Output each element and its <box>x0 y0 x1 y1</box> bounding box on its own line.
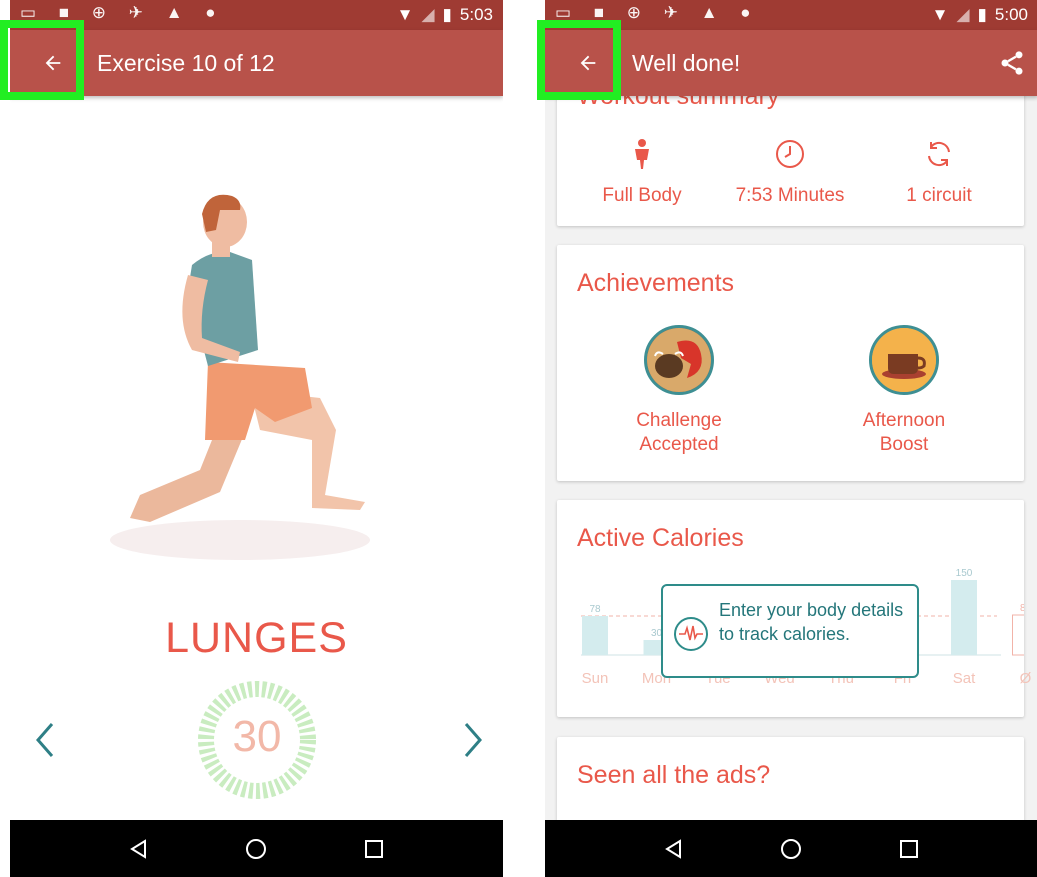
notification-icons: ▭ ■ ⊕ ✈ ▲ ● <box>20 3 225 22</box>
timer-value: 30 <box>232 712 282 761</box>
no-signal-icon: ◢ <box>956 5 970 24</box>
exercise-name: LUNGES <box>165 614 348 662</box>
active-calories-card: Active Calories 783015080 SunMonTueWedTh… <box>557 500 1031 717</box>
card-title: Achievements <box>577 269 735 297</box>
arrow-left-icon <box>45 55 61 71</box>
toolbar-title: Well done! <box>632 50 741 76</box>
status-indicators: ▼ ◢ ▮ 5:00 <box>932 5 1028 25</box>
exercise-screen: ▭ ■ ⊕ ✈ ▲ ● ▼ ◢ ▮ 5:03 Exercise 10 of 12… <box>10 0 503 877</box>
exercise-timer: 30 <box>197 680 317 800</box>
status-indicators: ▼ ◢ ▮ 5:03 <box>397 5 493 25</box>
summary-body: Full Body <box>567 138 717 207</box>
workout-complete-screen: ▭ ■ ⊕ ✈ ▲ ● ▼ ◢ ▮ 5:00 Workout summary F… <box>545 0 1037 877</box>
card-title: Active Calories <box>577 524 744 552</box>
card-title: Seen all the ads? <box>577 761 771 789</box>
back-nav-icon[interactable] <box>663 838 685 860</box>
status-time: 5:00 <box>994 5 1028 24</box>
lunge-illustration <box>110 194 370 560</box>
arrow-left-icon <box>580 55 596 71</box>
achievement-label: Afternoon Boost <box>809 409 999 457</box>
achievement-label-line2: Boost <box>879 434 929 455</box>
no-signal-icon: ◢ <box>421 5 435 24</box>
next-exercise-button[interactable] <box>458 718 488 762</box>
summary-label: Full Body <box>602 185 682 206</box>
status-bar: ▭ ■ ⊕ ✈ ▲ ● ▼ ◢ ▮ 5:00 <box>545 0 1037 30</box>
wifi-icon: ▼ <box>396 5 414 24</box>
coffee-badge-icon <box>869 325 939 395</box>
summary-duration: 7:53 Minutes <box>715 138 865 207</box>
tooltip-text: Enter your body details to track calorie… <box>719 600 904 644</box>
achievements-card: Achievements Challenge Accepted Afternoo… <box>557 245 1024 481</box>
body-icon <box>635 139 649 169</box>
back-button[interactable] <box>16 30 90 96</box>
recents-nav-icon[interactable] <box>898 838 920 860</box>
summary-label: 1 circuit <box>906 185 972 206</box>
system-navbar <box>545 820 1037 877</box>
wifi-icon: ▼ <box>931 5 949 24</box>
calorie-bar <box>582 616 608 655</box>
back-button[interactable] <box>551 30 625 96</box>
bar-value-label: 150 <box>956 568 973 579</box>
day-label: Sun <box>581 670 609 687</box>
day-label: Ø <box>1019 670 1032 687</box>
share-icon[interactable] <box>998 49 1026 77</box>
notification-icons: ▭ ■ ⊕ ✈ ▲ ● <box>555 3 760 22</box>
day-label: Sat <box>952 670 976 687</box>
achievement-label-line2: Accepted <box>639 434 719 455</box>
toolbar: Exercise 10 of 12 <box>10 30 503 96</box>
refresh-icon <box>928 141 950 167</box>
toolbar-title: Exercise 10 of 12 <box>97 50 275 76</box>
recents-nav-icon[interactable] <box>363 838 385 860</box>
calories-tooltip[interactable]: Enter your body details to track calorie… <box>661 584 919 678</box>
heartbeat-icon <box>674 617 708 651</box>
status-time: 5:03 <box>459 5 493 24</box>
back-nav-icon[interactable] <box>128 838 150 860</box>
bull-badge-icon <box>644 325 714 395</box>
achievement-label-line1: Afternoon <box>862 410 946 431</box>
previous-exercise-button[interactable] <box>30 718 60 762</box>
status-bar: ▭ ■ ⊕ ✈ ▲ ● ▼ ◢ ▮ 5:03 <box>10 0 503 30</box>
clock-icon <box>776 140 804 168</box>
achievement-afternoon-boost[interactable]: Afternoon Boost <box>809 325 999 457</box>
summary-label: 7:53 Minutes <box>735 185 845 206</box>
calorie-bar <box>951 580 977 655</box>
home-nav-icon[interactable] <box>245 838 267 860</box>
summary-circuits: 1 circuit <box>864 138 1014 207</box>
toolbar: Well done! <box>545 30 1037 96</box>
bar-value-label: 80 <box>1020 603 1024 614</box>
achievement-label: Challenge Accepted <box>584 409 774 457</box>
home-nav-icon[interactable] <box>780 838 802 860</box>
system-navbar <box>10 820 503 877</box>
calorie-bar <box>1012 614 1024 656</box>
achievement-challenge-accepted[interactable]: Challenge Accepted <box>584 325 774 457</box>
achievement-label-line1: Challenge <box>636 410 722 431</box>
bar-value-label: 78 <box>589 604 601 615</box>
battery-icon: ▮ <box>442 5 452 24</box>
battery-icon: ▮ <box>977 5 987 24</box>
